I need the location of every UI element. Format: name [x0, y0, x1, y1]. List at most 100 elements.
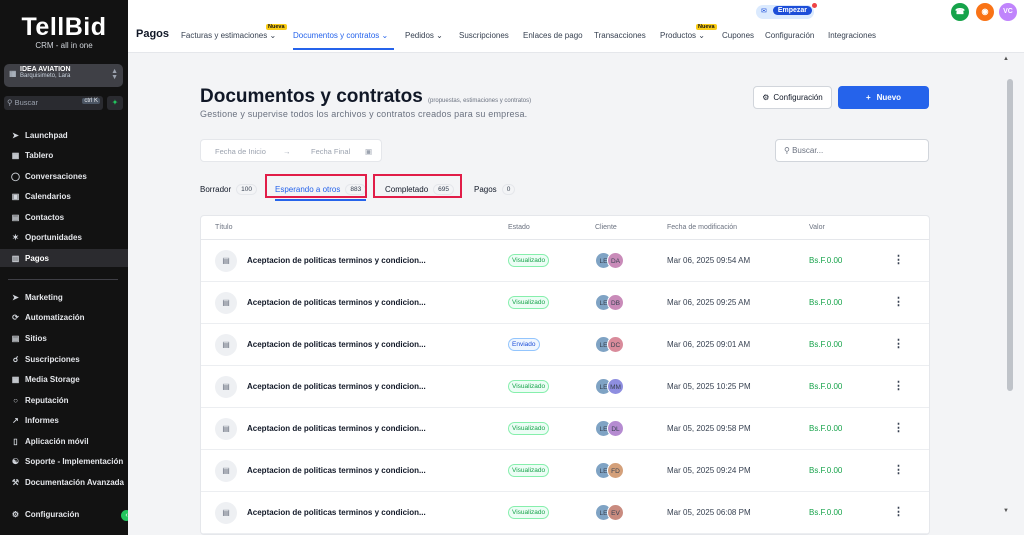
- more-options-icon[interactable]: ⋮: [893, 337, 904, 350]
- bell-icon[interactable]: ◉: [976, 3, 994, 21]
- tab-label: Cupones: [722, 31, 755, 40]
- account-switcher[interactable]: ▦ IDEA AVIATION Barquisimeto, Lara ▲ ▼: [4, 64, 123, 87]
- scrollbar-track[interactable]: [1005, 67, 1014, 522]
- scroll-up-icon[interactable]: ▲: [1003, 56, 1009, 62]
- tools-icon: ⚒: [11, 477, 20, 487]
- document-icon: ▤: [215, 292, 237, 314]
- date-range-picker[interactable]: Fecha de Inicio → Fecha Final ▣: [200, 139, 382, 162]
- sidebar-item-calendarios[interactable]: ▣ Calendarios: [0, 187, 128, 205]
- account-location: Barquisimeto, Lara: [20, 73, 71, 79]
- new-document-button[interactable]: + Nuevo: [838, 86, 929, 109]
- document-search-input[interactable]: ⚲ Buscar...: [775, 139, 929, 162]
- sidebar-item-contactos[interactable]: ▤ Contactos: [0, 208, 128, 226]
- table-row[interactable]: ▤ Aceptacion de politicas terminos y cond…: [201, 450, 929, 492]
- scrollbar-thumb[interactable]: [1007, 79, 1013, 391]
- sidebar-item-media-storage[interactable]: ▦ Media Storage: [0, 370, 128, 388]
- tab-productos[interactable]: Productos ⌄: [660, 31, 705, 40]
- tab-cupones[interactable]: Cupones: [722, 31, 754, 40]
- sidebar-item-launchpad[interactable]: ➤ Launchpad: [0, 126, 128, 144]
- chevron-updown-icon: ▲ ▼: [111, 68, 118, 81]
- tab-documentos-y-contratos[interactable]: Documentos y contratos ⌄: [293, 31, 388, 40]
- column-header-value: Valor: [809, 224, 825, 231]
- chevron-down-icon: ⌄: [433, 31, 443, 40]
- sidebar-item-tablero[interactable]: ▦ Tablero: [0, 146, 128, 164]
- sidebar-item-label: Launchpad: [25, 130, 68, 140]
- sidebar-item-conversaciones[interactable]: ◯ Conversaciones: [0, 167, 128, 185]
- tab-facturas-y-estimaciones[interactable]: Facturas y estimaciones ⌄: [181, 31, 276, 40]
- date-end-field[interactable]: Fecha Final: [311, 147, 350, 156]
- sidebar-item-soporte-implementación[interactable]: ☯ Soporte - Implementación: [0, 452, 128, 470]
- more-options-icon[interactable]: ⋮: [893, 463, 904, 476]
- date-start-field[interactable]: Fecha de Inicio: [215, 147, 266, 156]
- sidebar-item-suscripciones[interactable]: ☌ Suscripciones: [0, 350, 128, 368]
- document-value: Bs.F.0.00: [809, 256, 843, 265]
- sidebar-item-label: Media Storage: [25, 374, 80, 384]
- sidebar-search[interactable]: ⚲ Buscar ctrl K: [4, 96, 103, 110]
- arrow-right-icon: →: [283, 147, 291, 156]
- empezar-button[interactable]: ✉ Empezar: [756, 5, 814, 19]
- table-row[interactable]: ▤ Aceptacion de politicas terminos y cond…: [201, 240, 929, 282]
- tab-label: Facturas y estimaciones: [181, 31, 268, 40]
- sidebar-item-aplicación-móvil[interactable]: ▯ Aplicación móvil: [0, 432, 128, 450]
- tab-transacciones[interactable]: Transacciones: [594, 31, 646, 40]
- tab-label: Enlaces de pago: [523, 31, 583, 40]
- more-options-icon[interactable]: ⋮: [893, 379, 904, 392]
- more-options-icon[interactable]: ⋮: [893, 253, 904, 266]
- plus-icon: +: [865, 93, 871, 102]
- column-header-title: Título: [215, 224, 233, 231]
- status-tab-pagos[interactable]: Pagos 0: [474, 179, 516, 199]
- sidebar-item-sitios[interactable]: ▤ Sitios: [0, 329, 128, 347]
- table-row[interactable]: ▤ Aceptacion de politicas terminos y cond…: [201, 492, 929, 534]
- sidebar-item-informes[interactable]: ↗ Informes: [0, 411, 128, 429]
- client-avatar: DL: [607, 420, 624, 437]
- tab-configuraci-n[interactable]: Configuración: [765, 31, 814, 40]
- more-options-icon[interactable]: ⋮: [893, 505, 904, 518]
- document-title[interactable]: Aceptacion de politicas terminos y condi…: [247, 466, 426, 475]
- document-title[interactable]: Aceptacion de politicas terminos y condi…: [247, 424, 426, 433]
- more-options-icon[interactable]: ⋮: [893, 295, 904, 308]
- sidebar-item-label: Calendarios: [25, 191, 71, 201]
- sidebar-item-configuracion[interactable]: ⚙ Configuración: [0, 505, 128, 523]
- document-title[interactable]: Aceptacion de politicas terminos y condi…: [247, 340, 426, 349]
- client-avatar: FD: [607, 462, 624, 479]
- more-options-icon[interactable]: ⋮: [893, 421, 904, 434]
- scroll-down-icon[interactable]: ▼: [1003, 508, 1009, 514]
- document-title[interactable]: Aceptacion de politicas terminos y condi…: [247, 382, 426, 391]
- tab-integraciones[interactable]: Integraciones: [828, 31, 876, 40]
- table-row[interactable]: ▤ Aceptacion de politicas terminos y cond…: [201, 324, 929, 366]
- tab-pedidos[interactable]: Pedidos ⌄: [405, 31, 443, 40]
- table-row[interactable]: ▤ Aceptacion de politicas terminos y cond…: [201, 282, 929, 324]
- sidebar-item-automatización[interactable]: ⟳ Automatización: [0, 308, 128, 326]
- search-icon: ⚲: [7, 98, 13, 107]
- document-title[interactable]: Aceptacion de politicas terminos y condi…: [247, 298, 426, 307]
- search-icon: ⚲: [784, 146, 790, 155]
- document-title[interactable]: Aceptacion de politicas terminos y condi…: [247, 508, 426, 517]
- sidebar-item-pagos[interactable]: ▥ Pagos: [0, 249, 128, 267]
- document-title[interactable]: Aceptacion de politicas terminos y condi…: [247, 256, 426, 265]
- modified-date: Mar 05, 2025 09:24 PM: [667, 466, 751, 475]
- sidebar-item-reputación[interactable]: ○ Reputación: [0, 391, 128, 409]
- gear-icon: ⚙: [11, 509, 20, 519]
- tab-enlaces-de-pago[interactable]: Enlaces de pago: [523, 31, 583, 40]
- user-avatar[interactable]: VC: [999, 3, 1017, 21]
- mail-icon: ✉: [761, 8, 767, 15]
- page-scrollbar[interactable]: ▲ ▼: [1000, 53, 1024, 535]
- sidebar-item-documentación-avanzada[interactable]: ⚒ Documentación Avanzada: [0, 473, 128, 491]
- quick-action-bolt-icon[interactable]: ✦: [107, 96, 123, 110]
- brand-logo[interactable]: TellBid CRM - all in one: [0, 14, 128, 50]
- sidebar-item-marketing[interactable]: ➤ Marketing: [0, 288, 128, 306]
- status-tab-borrador[interactable]: Borrador 100: [200, 179, 257, 199]
- sidebar-item-oportunidades[interactable]: ✶ Oportunidades: [0, 228, 128, 246]
- table-row[interactable]: ▤ Aceptacion de politicas terminos y cond…: [201, 408, 929, 450]
- table-row[interactable]: ▤ Aceptacion de politicas terminos y cond…: [201, 366, 929, 408]
- status-tab-label: Borrador: [200, 184, 232, 194]
- page-title: Documentos y contratos (propuestas, esti…: [200, 86, 531, 108]
- payments-icon: ▥: [11, 253, 20, 263]
- tab-label: Pedidos: [405, 31, 434, 40]
- configuration-button[interactable]: ⚙ Configuración: [753, 86, 832, 109]
- tab-suscripciones[interactable]: Suscripciones: [459, 31, 509, 40]
- new-button-label: Nuevo: [876, 93, 902, 102]
- phone-icon[interactable]: ☎: [951, 3, 969, 21]
- sidebar-item-label: Aplicación móvil: [25, 436, 89, 446]
- sidebar-item-label: Documentación Avanzada: [25, 477, 124, 487]
